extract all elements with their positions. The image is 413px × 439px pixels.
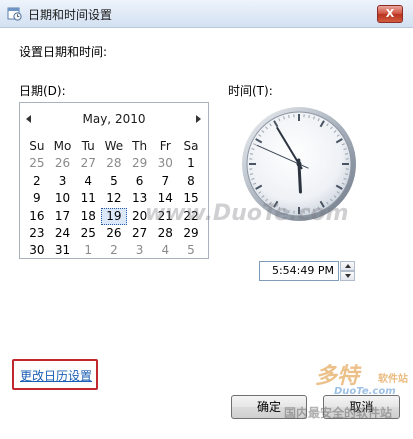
calendar-day[interactable]: 6: [127, 173, 153, 190]
clock-minute-tick: [249, 153, 254, 155]
clock-center-pin: [296, 161, 302, 167]
calendar-day[interactable]: 3: [50, 173, 76, 190]
weekday-label: We: [104, 139, 124, 153]
calendar-day[interactable]: 20: [127, 208, 153, 225]
calendar-day[interactable]: 10: [50, 190, 76, 207]
calendar-week-row: 9 10 11 12 13 14 15: [24, 190, 204, 207]
clock-minute-tick: [288, 114, 290, 119]
ok-button[interactable]: 确定: [231, 395, 307, 419]
calendar-day[interactable]: 28: [152, 225, 178, 242]
weekday-label: Sa: [183, 139, 199, 153]
calendar-day[interactable]: 4: [152, 242, 178, 259]
next-month-arrow-icon[interactable]: [196, 115, 201, 123]
clock-minute-tick: [344, 173, 349, 175]
spin-up-arrow-icon[interactable]: [340, 261, 355, 271]
date-label: 日期(D):: [19, 84, 66, 98]
clock-minute-tick: [288, 209, 290, 214]
calendar-day[interactable]: 27: [127, 225, 153, 242]
calendar-day[interactable]: 2: [24, 173, 50, 190]
window-title: 日期和时间设置: [28, 8, 113, 22]
title-bar: 日期和时间设置 X: [0, 0, 413, 28]
calendar-day[interactable]: 9: [24, 190, 50, 207]
calendar-clock-icon: [7, 7, 22, 21]
page-heading: 设置日期和时间:: [19, 45, 108, 59]
calendar-day[interactable]: 14: [152, 190, 178, 207]
calendar: May, 2010 Su Mo Tu We Th Fr Sa 25 26 27 28 29 30 1 2 3 4…: [19, 102, 209, 259]
calendar-day[interactable]: 30: [24, 242, 50, 259]
calendar-day[interactable]: 11: [75, 190, 101, 207]
clock-minute-tick: [308, 209, 310, 214]
calendar-day[interactable]: 8: [178, 173, 204, 190]
time-input[interactable]: 5:54:49 PM: [259, 261, 339, 281]
calendar-grid: Su Mo Tu We Th Fr Sa 25 26 27 28 29 30 1 2 3 4 5 6 7 8 9 10 11 1…: [24, 138, 204, 260]
clock-minute-tick: [249, 173, 254, 175]
calendar-day[interactable]: 3: [127, 242, 153, 259]
calendar-day[interactable]: 16: [24, 208, 50, 225]
weekday-label: Fr: [159, 139, 171, 153]
calendar-day[interactable]: 29: [178, 225, 204, 242]
cancel-button[interactable]: 取消: [323, 395, 400, 419]
calendar-day[interactable]: 15: [178, 190, 204, 207]
calendar-day[interactable]: 13: [127, 190, 153, 207]
calendar-day[interactable]: 17: [50, 208, 76, 225]
calendar-day[interactable]: 24: [50, 225, 76, 242]
analog-clock: [242, 107, 356, 221]
calendar-week-row: 16 17 18 19 20 21 22: [24, 207, 204, 225]
clock-minute-tick: [344, 153, 349, 155]
calendar-day[interactable]: 2: [101, 242, 127, 259]
calendar-day[interactable]: 26: [50, 155, 76, 172]
weekday-label: Th: [132, 139, 148, 153]
weekday-label: Tu: [81, 139, 95, 153]
calendar-week-row: 30 31 1 2 3 4 5: [24, 242, 204, 259]
calendar-day[interactable]: 26: [101, 225, 127, 242]
time-spinner[interactable]: [340, 261, 355, 281]
calendar-day[interactable]: 30: [152, 155, 178, 172]
calendar-day[interactable]: 5: [178, 242, 204, 259]
spin-down-arrow-icon[interactable]: [340, 271, 355, 281]
calendar-day[interactable]: 25: [24, 155, 50, 172]
calendar-day[interactable]: 29: [127, 155, 153, 172]
calendar-day[interactable]: 1: [75, 242, 101, 259]
calendar-day[interactable]: 18: [75, 208, 101, 225]
calendar-week-row: 25 26 27 28 29 30 1: [24, 155, 204, 172]
weekday-label: Su: [29, 139, 45, 153]
calendar-week-row: 2345678: [24, 173, 204, 190]
calendar-day[interactable]: 31: [50, 242, 76, 259]
calendar-day[interactable]: 5: [101, 173, 127, 190]
calendar-week-row: 23 24 25 26 27 28 29: [24, 225, 204, 242]
calendar-day[interactable]: 7: [152, 173, 178, 190]
watermark-logo: 多特: [315, 364, 360, 389]
calendar-day[interactable]: 21: [152, 208, 178, 225]
watermark-logo-sub: 软件站: [378, 374, 408, 385]
time-label: 时间(T):: [228, 84, 273, 98]
highlight-frame: 更改日历设置: [12, 359, 98, 390]
calendar-month-title[interactable]: May, 2010: [20, 112, 208, 126]
calendar-day-selected[interactable]: 19: [101, 207, 127, 225]
calendar-day[interactable]: 28: [101, 155, 127, 172]
calendar-day[interactable]: 1: [178, 155, 204, 172]
calendar-day[interactable]: 12: [101, 190, 127, 207]
calendar-day[interactable]: 25: [75, 225, 101, 242]
calendar-day[interactable]: 27: [75, 155, 101, 172]
weekday-header-row: Su Mo Tu We Th Fr Sa: [24, 138, 204, 155]
change-calendar-settings-link[interactable]: 更改日历设置: [20, 367, 92, 384]
calendar-day[interactable]: 23: [24, 225, 50, 242]
weekday-label: Mo: [53, 139, 72, 153]
close-button[interactable]: X: [377, 5, 403, 23]
clock-minute-tick: [308, 114, 310, 119]
calendar-day[interactable]: 22: [178, 208, 204, 225]
calendar-day[interactable]: 4: [75, 173, 101, 190]
